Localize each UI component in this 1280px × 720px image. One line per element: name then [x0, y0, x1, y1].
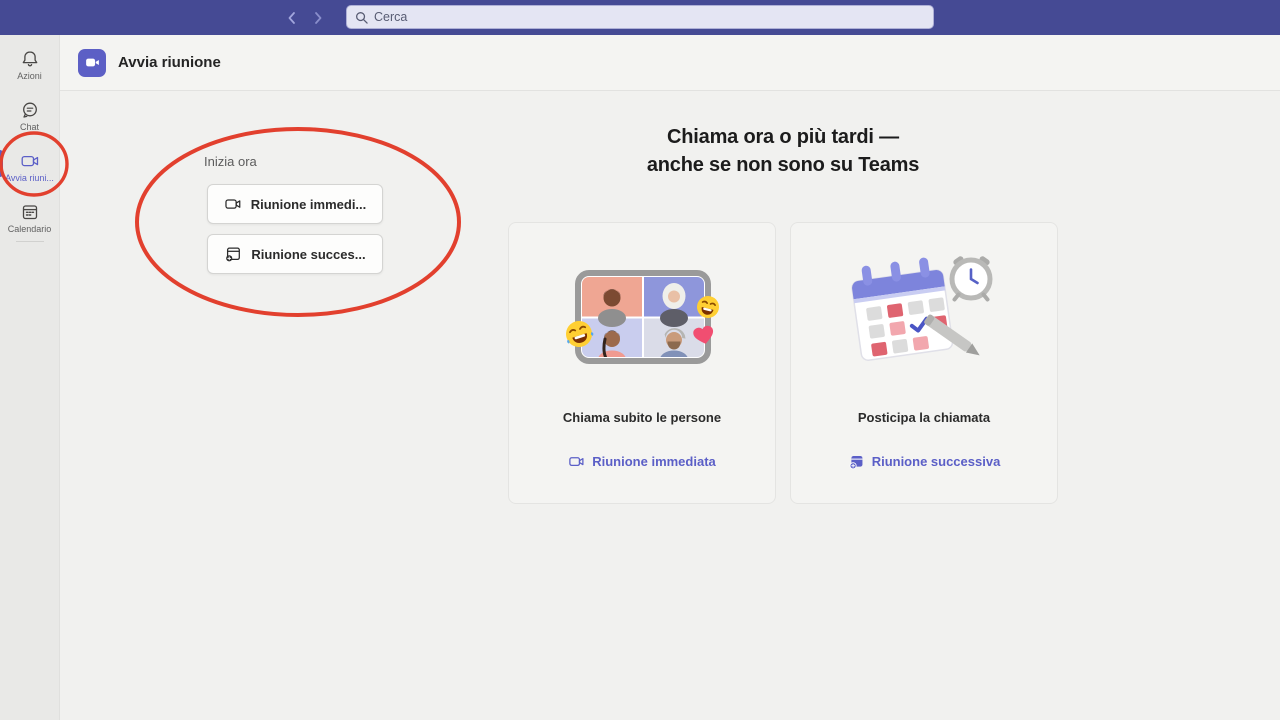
cards-row: Chiama subito le persone Riunione immedi…: [508, 222, 1058, 504]
video-call-illustration: [563, 268, 723, 378]
sidebar-item-calendario[interactable]: Calendario: [0, 192, 59, 243]
page-header: Avvia riunione: [60, 35, 1280, 91]
top-bar: [0, 0, 1280, 35]
sidebar: Azioni Chat Avvia riuni... Calendar: [0, 35, 60, 720]
call-now-card-title: Chiama subito le persone: [509, 410, 775, 425]
main-heading: Chiama ora o più tardi — anche se non so…: [508, 123, 1058, 179]
calendar-add-icon: [848, 453, 865, 470]
instant-meeting-button-label: Riunione immedi...: [251, 197, 367, 212]
schedule-later-card-title: Posticipa la chiamata: [791, 410, 1057, 425]
sidebar-divider: [16, 241, 44, 242]
video-app-icon: [78, 49, 106, 77]
bell-icon: [20, 49, 40, 69]
start-now-label: Inizia ora: [204, 154, 257, 169]
sidebar-item-label: Calendario: [8, 224, 52, 234]
search-input[interactable]: [374, 10, 925, 24]
main-heading-line1: Chiama ora o più tardi —: [667, 126, 899, 148]
chevron-right-icon: [311, 11, 325, 25]
main-content: Inizia ora Riunione immedi... Riunione s…: [60, 92, 1280, 720]
calendar-illustration: [840, 245, 1010, 385]
sidebar-item-label: Chat: [20, 122, 39, 132]
search-icon: [355, 11, 368, 24]
schedule-later-card: Posticipa la chiamata Riunione successiv…: [790, 222, 1058, 504]
sidebar-item-chat[interactable]: Chat: [0, 90, 59, 141]
call-now-card: Chiama subito le persone Riunione immedi…: [508, 222, 776, 504]
page-title: Avvia riunione: [118, 54, 221, 71]
later-meeting-button[interactable]: Riunione succes...: [207, 234, 383, 274]
main-heading-line2: anche se non sono su Teams: [647, 154, 919, 176]
alarm-clock: [952, 255, 991, 299]
search-box[interactable]: [346, 5, 934, 29]
chevron-left-icon: [285, 11, 299, 25]
calendar-icon: [20, 202, 40, 222]
calendar-sheet: [849, 255, 953, 361]
video-icon: [20, 151, 40, 171]
instant-meeting-button[interactable]: Riunione immedi...: [207, 184, 383, 224]
sidebar-item-azioni[interactable]: Azioni: [0, 39, 59, 90]
calendar-add-icon: [224, 245, 242, 263]
later-meeting-link[interactable]: Riunione successiva: [791, 453, 1057, 470]
video-icon: [568, 453, 585, 470]
sidebar-item-label: Avvia riuni...: [5, 173, 54, 183]
sidebar-item-avvia-riunione[interactable]: Avvia riuni...: [0, 141, 59, 192]
nav-forward-button[interactable]: [307, 7, 329, 29]
later-meeting-link-label: Riunione successiva: [872, 454, 1001, 469]
nav-back-button[interactable]: [281, 7, 303, 29]
video-icon: [224, 195, 242, 213]
instant-meeting-link-label: Riunione immediata: [592, 454, 716, 469]
instant-meeting-link[interactable]: Riunione immediata: [509, 453, 775, 470]
chat-icon: [20, 100, 40, 120]
active-item-indicator: [0, 150, 3, 177]
teams-app-window: Azioni Chat Avvia riuni... Calendar: [0, 0, 1280, 720]
sidebar-item-label: Azioni: [17, 71, 42, 81]
later-meeting-button-label: Riunione succes...: [251, 247, 365, 262]
